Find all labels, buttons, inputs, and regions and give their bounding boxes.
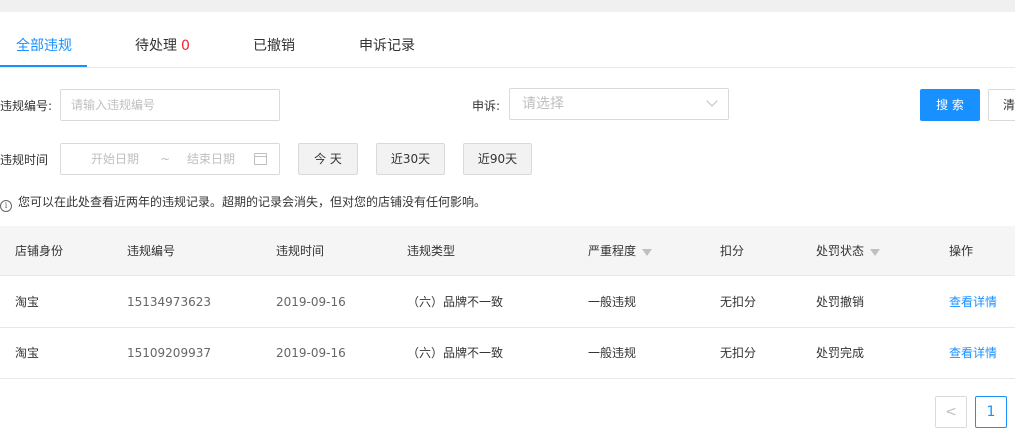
info-icon: i	[0, 200, 12, 212]
tab-label: 待处理	[135, 38, 177, 54]
header-points: 扣分	[720, 244, 745, 258]
view-details-link[interactable]: 查看详情	[949, 277, 997, 327]
tab-label: 全部违规	[16, 38, 72, 54]
cell-points: 无扣分	[720, 346, 757, 360]
calendar-icon	[254, 153, 267, 165]
today-button[interactable]: 今 天	[298, 143, 358, 175]
search-button[interactable]: 搜 索	[920, 89, 980, 121]
header-violation-type: 违规类型	[407, 244, 456, 258]
pagination-page-1[interactable]: 1	[975, 396, 1007, 428]
filter-icon[interactable]	[642, 249, 653, 256]
date-range-picker[interactable]: 开始日期 ~ 结束日期	[60, 143, 280, 175]
range-separator: ~	[160, 152, 171, 166]
cell-shop: 淘宝	[15, 346, 40, 360]
notice-text: 您可以在此处查看近两年的违规记录。超期的记录会消失，但对您的店铺没有任何影响。	[18, 195, 487, 209]
cell-points: 无扣分	[720, 295, 757, 309]
tab-label: 已撤销	[253, 38, 295, 54]
start-date-input[interactable]: 开始日期	[91, 144, 139, 174]
violation-id-input[interactable]	[60, 89, 280, 121]
pagination-prev-button[interactable]: <	[935, 396, 967, 428]
header-violation-time: 违规时间	[276, 244, 325, 258]
cell-violation-type: （六）品牌不一致	[407, 346, 504, 360]
end-date-input[interactable]: 结束日期	[187, 144, 235, 174]
header-shop: 店铺身份	[15, 244, 64, 258]
tab-pending[interactable]: 待处理 0	[135, 12, 190, 68]
cell-violation-time: 2019-09-16	[276, 295, 346, 309]
appeal-label: 申诉:	[472, 99, 501, 113]
tab-label: 申诉记录	[359, 38, 415, 54]
cell-violation-id: 15109209937	[127, 346, 211, 360]
cell-violation-id: 15134973623	[127, 295, 211, 309]
tab-all-violations[interactable]: 全部违规	[16, 12, 72, 68]
top-bar	[0, 0, 1015, 12]
header-severity: 严重程度	[588, 226, 653, 276]
violation-time-label: 违规时间	[0, 153, 49, 167]
pending-count-badge: 0	[181, 38, 190, 54]
header-status-label: 处罚状态	[816, 244, 865, 258]
clear-button[interactable]: 清	[988, 89, 1015, 121]
header-violation-id: 违规编号	[127, 244, 176, 258]
appeal-select[interactable]: 请选择	[509, 88, 729, 120]
header-status: 处罚状态	[816, 226, 881, 276]
appeal-select-placeholder: 请选择	[522, 96, 564, 112]
cell-shop: 淘宝	[15, 295, 40, 309]
violation-id-label: 违规编号:	[0, 99, 53, 113]
tab-appeal-records[interactable]: 申诉记录	[359, 12, 415, 68]
tab-revoked[interactable]: 已撤销	[253, 12, 295, 68]
chevron-down-icon	[706, 95, 718, 107]
cell-violation-time: 2019-09-16	[276, 346, 346, 360]
tab-bar: 全部违规 待处理 0 已撤销 申诉记录	[0, 12, 1015, 68]
cell-severity: 一般违规	[588, 346, 637, 360]
header-severity-label: 严重程度	[588, 244, 637, 258]
table-row: 淘宝 15109209937 2019-09-16 （六）品牌不一致 一般违规 …	[0, 328, 1015, 379]
header-actions: 操作	[949, 244, 974, 258]
last-90-days-button[interactable]: 近90天	[463, 143, 532, 175]
retention-notice: i 您可以在此处查看近两年的违规记录。超期的记录会消失，但对您的店铺没有任何影响。	[0, 193, 486, 212]
table-row: 淘宝 15134973623 2019-09-16 （六）品牌不一致 一般违规 …	[0, 277, 1015, 328]
cell-status: 处罚撤销	[816, 295, 865, 309]
view-details-link[interactable]: 查看详情	[949, 328, 997, 378]
cell-status: 处罚完成	[816, 346, 865, 360]
last-30-days-button[interactable]: 近30天	[376, 143, 445, 175]
table-header: 店铺身份 违规编号 违规时间 违规类型 严重程度 扣分 处罚状态 操作	[0, 226, 1015, 276]
cell-severity: 一般违规	[588, 295, 637, 309]
cell-violation-type: （六）品牌不一致	[407, 295, 504, 309]
filter-icon[interactable]	[870, 249, 881, 256]
active-tab-indicator	[0, 65, 87, 67]
